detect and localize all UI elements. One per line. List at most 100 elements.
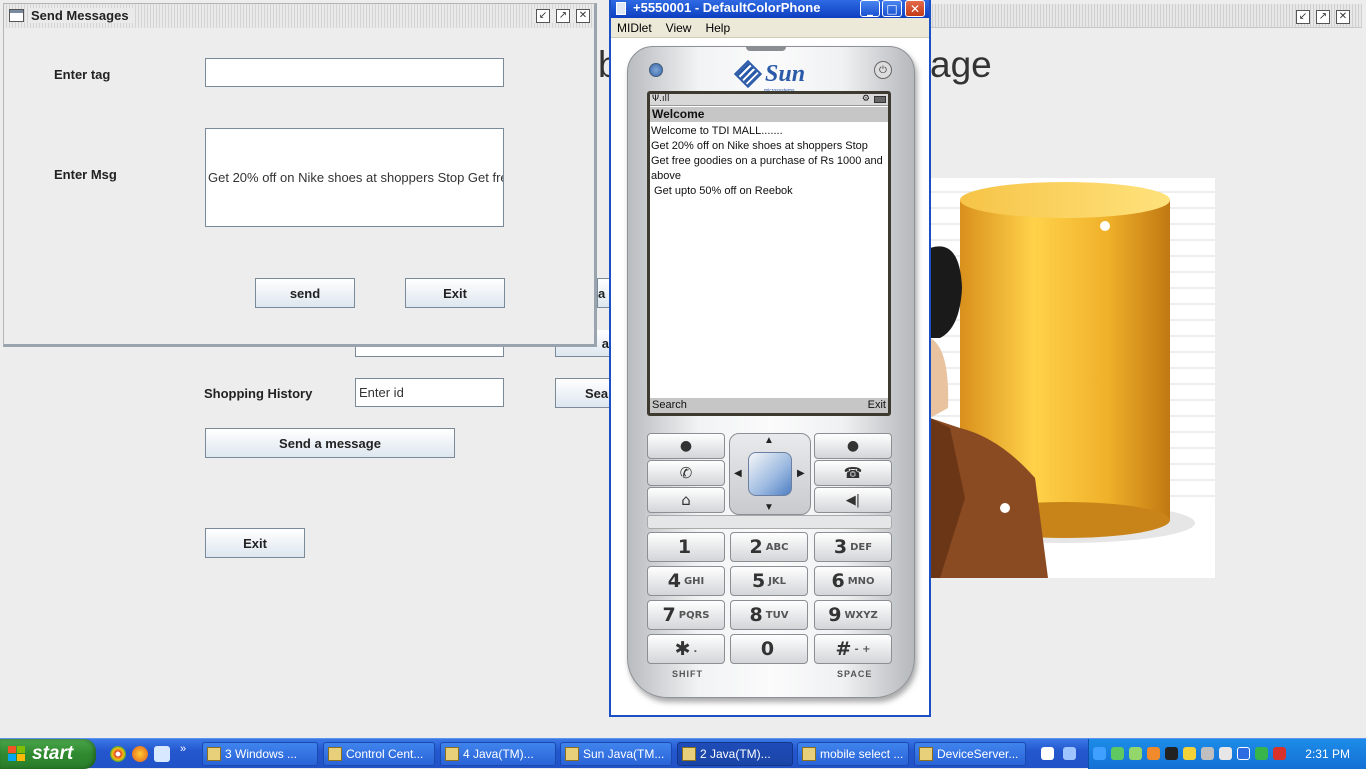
send-button[interactable]: send bbox=[255, 278, 355, 308]
ie-icon[interactable] bbox=[154, 746, 170, 762]
windows-taskbar: start » 3 Windows ... Control Cent... 4 … bbox=[0, 738, 1366, 769]
key-star[interactable]: ✱. bbox=[647, 634, 725, 664]
close-icon[interactable]: ✕ bbox=[905, 0, 925, 17]
key-5[interactable]: 5 JKL bbox=[730, 566, 808, 596]
close-icon[interactable]: ✕ bbox=[576, 9, 590, 23]
screen-line: Welcome to TDI MALL....... bbox=[651, 125, 783, 137]
security-icon[interactable] bbox=[1273, 747, 1286, 760]
screen-line: Get upto 50% off on Reebok bbox=[651, 185, 793, 197]
help-icon[interactable] bbox=[1041, 747, 1054, 760]
start-label: start bbox=[32, 743, 74, 764]
select-key[interactable] bbox=[748, 452, 792, 496]
maximize-icon[interactable]: ↗ bbox=[1316, 10, 1330, 24]
tray-app-icon[interactable] bbox=[1111, 747, 1124, 760]
windows-logo-icon bbox=[8, 746, 26, 762]
tray-app-icon[interactable] bbox=[1129, 747, 1142, 760]
screen-line: Get free goodies on a purchase of Rs 100… bbox=[651, 155, 883, 167]
softkey-search[interactable]: Search bbox=[652, 398, 687, 413]
key-8[interactable]: 8 TUV bbox=[730, 600, 808, 630]
vlc-icon[interactable] bbox=[1147, 747, 1160, 760]
tray-app-icon[interactable] bbox=[1219, 747, 1232, 760]
tray-app-icon[interactable] bbox=[1183, 747, 1196, 760]
up-arrow-icon[interactable]: ▲ bbox=[764, 435, 774, 446]
left-soft-key[interactable]: ● bbox=[647, 433, 725, 459]
tray-arrow-icon[interactable] bbox=[1093, 747, 1106, 760]
bluetooth-icon[interactable] bbox=[1237, 747, 1250, 760]
key-hash[interactable]: # - + bbox=[814, 634, 892, 664]
emulator-titlebar[interactable]: +5550001 - DefaultColorPhone _ □ ✕ bbox=[611, 0, 929, 18]
system-tray: 2:31 PM bbox=[1041, 739, 1366, 769]
send-window-exit-button[interactable]: Exit bbox=[405, 278, 505, 308]
phone-call-icon: ✆ bbox=[679, 464, 693, 482]
menu-view[interactable]: View bbox=[666, 21, 692, 35]
phone-app-icon bbox=[616, 2, 626, 15]
taskbar-item[interactable]: mobile select ... bbox=[797, 742, 909, 766]
left-arrow-icon[interactable]: ◀ bbox=[734, 468, 742, 479]
down-arrow-icon[interactable]: ▼ bbox=[764, 502, 774, 513]
phone-screen: Ψ.ıll ⚙ Welcome Welcome to TDI MALL.....… bbox=[650, 94, 888, 413]
call-key[interactable]: ✆ bbox=[647, 460, 725, 486]
sun-logo-icon bbox=[733, 59, 763, 89]
key-4[interactable]: 4 GHI bbox=[647, 566, 725, 596]
taskbar-item[interactable]: 4 Java(TM)... bbox=[440, 742, 556, 766]
phone-screen-bezel: Ψ.ıll ⚙ Welcome Welcome to TDI MALL.....… bbox=[647, 91, 891, 416]
device-server-icon bbox=[919, 747, 933, 761]
phone-body: ⏻ Sun microsystems Ψ.ıll ⚙ Welcome Welco… bbox=[627, 46, 915, 698]
phone-side-button[interactable] bbox=[649, 63, 663, 77]
right-arrow-icon[interactable]: ▶ bbox=[797, 468, 805, 479]
tray-app-icon[interactable] bbox=[1201, 747, 1214, 760]
menu-midlet[interactable]: MIDlet bbox=[617, 21, 652, 35]
taskbar-item-active[interactable]: 2 Java(TM)... bbox=[677, 742, 793, 766]
enter-tag-label: Enter tag bbox=[54, 67, 111, 82]
start-button[interactable]: start bbox=[0, 739, 96, 769]
network-icon[interactable] bbox=[1063, 747, 1076, 760]
quicklaunch-chevron-icon[interactable]: » bbox=[180, 743, 186, 755]
send-a-message-button[interactable]: Send a message bbox=[205, 428, 455, 458]
minimize-icon[interactable]: ↙ bbox=[536, 9, 550, 23]
main-exit-button[interactable]: Exit bbox=[205, 528, 305, 558]
chrome-icon[interactable] bbox=[110, 746, 126, 762]
minimize-icon[interactable]: ↙ bbox=[1296, 10, 1310, 24]
emulator-title: +5550001 - DefaultColorPhone bbox=[633, 0, 821, 15]
emulator-menubar: MIDlet View Help bbox=[611, 18, 929, 38]
power-icon[interactable]: ⏻ bbox=[874, 61, 892, 79]
minimize-icon[interactable]: _ bbox=[860, 0, 880, 17]
page-heading-right: age bbox=[930, 44, 992, 85]
menu-help[interactable]: Help bbox=[705, 21, 730, 35]
clear-key[interactable]: ◀| bbox=[814, 487, 892, 513]
key-2[interactable]: 2 ABC bbox=[730, 532, 808, 562]
home-key[interactable]: ⌂ bbox=[647, 487, 725, 513]
taskbar-item[interactable]: 3 Windows ... bbox=[202, 742, 318, 766]
database-user-illustration bbox=[930, 178, 1215, 578]
key-0[interactable]: 0 bbox=[730, 634, 808, 664]
softkey-bar: Search Exit bbox=[650, 398, 888, 413]
key-6[interactable]: 6 MNO bbox=[814, 566, 892, 596]
softkey-exit[interactable]: Exit bbox=[868, 398, 886, 413]
taskbar-item[interactable]: DeviceServer... bbox=[914, 742, 1026, 766]
tag-input[interactable] bbox=[205, 58, 504, 87]
shopping-history-label: Shopping History bbox=[204, 386, 313, 401]
navigation-dpad[interactable]: ▲ ▼ ◀ ▶ bbox=[729, 433, 811, 515]
search-button[interactable]: Sear bbox=[555, 378, 613, 408]
customer-id-input[interactable]: Enter id bbox=[355, 378, 504, 407]
send-messages-titlebar[interactable]: Send Messages ↙ ↗ ✕ bbox=[4, 4, 594, 28]
backspace-icon: ◀| bbox=[845, 492, 861, 508]
key-7[interactable]: 7 PQRS bbox=[647, 600, 725, 630]
close-icon[interactable]: ✕ bbox=[1336, 10, 1350, 24]
tray-app-icon[interactable] bbox=[1255, 747, 1268, 760]
taskbar-item[interactable]: Sun Java(TM... bbox=[560, 742, 672, 766]
message-textarea[interactable]: Get 20% off on Nike shoes at shoppers St… bbox=[205, 128, 504, 227]
key-1[interactable]: 1 bbox=[647, 532, 725, 562]
key-3[interactable]: 3 DEF bbox=[814, 532, 892, 562]
signal-icon: Ψ.ıll bbox=[652, 94, 670, 104]
end-call-key[interactable]: ☎ bbox=[814, 460, 892, 486]
firefox-icon[interactable] bbox=[132, 746, 148, 762]
java-icon bbox=[682, 747, 696, 761]
taskbar-item[interactable]: Control Cent... bbox=[323, 742, 435, 766]
maximize-icon[interactable]: □ bbox=[882, 0, 902, 17]
maximize-icon[interactable]: ↗ bbox=[556, 9, 570, 23]
right-soft-key[interactable]: ● bbox=[814, 433, 892, 459]
key-9[interactable]: 9 WXYZ bbox=[814, 600, 892, 630]
tray-app-icon[interactable] bbox=[1165, 747, 1178, 760]
phone-emulator-window: +5550001 - DefaultColorPhone _ □ ✕ MIDle… bbox=[609, 0, 931, 717]
